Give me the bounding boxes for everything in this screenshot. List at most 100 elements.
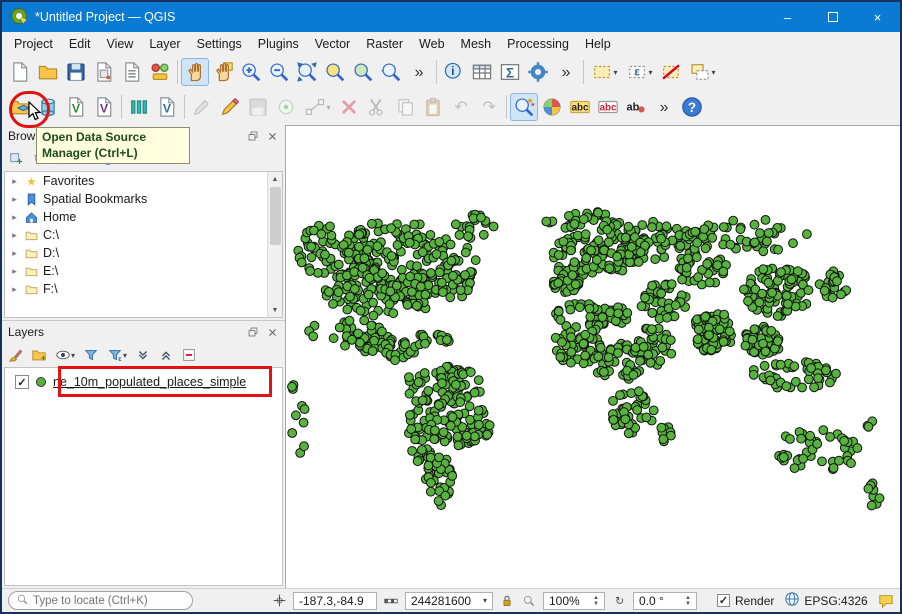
tree-item-favorites[interactable]: ▸ ★ Favorites [5,172,282,190]
chevron-down-icon[interactable]: ▾ [483,596,487,605]
layer-row[interactable]: ✓ ne_10m_populated_places_simple [5,368,282,389]
layer-label[interactable]: ne_10m_populated_places_simple [53,375,246,389]
tree-item-home[interactable]: ▸ Home [5,208,282,226]
menu-vector[interactable]: Vector [307,34,358,54]
toggle-editing-button[interactable] [216,93,244,121]
new-shapefile-layer-button[interactable]: V [90,93,118,121]
identify-features-button[interactable]: i [440,58,468,86]
browser-scrollbar[interactable]: ▲ ▼ [267,172,282,317]
minimize-button[interactable]: – [765,2,810,32]
chevron-down-icon[interactable]: ▾ [71,351,75,360]
chevron-down-icon[interactable]: ▾ [711,68,715,77]
scrollbar-thumb[interactable] [269,187,281,245]
expand-chevron-icon[interactable]: ▸ [10,212,19,223]
expand-chevron-icon[interactable]: ▸ [10,230,19,241]
scroll-down-icon[interactable]: ▼ [268,303,283,317]
layer-checkbox[interactable]: ✓ [15,375,29,389]
deselect-features-button[interactable] [657,58,685,86]
locate-search[interactable] [8,591,193,610]
open-layer-styling-panel-button[interactable] [6,345,26,365]
locate-input[interactable] [33,594,178,607]
tree-item-c[interactable]: ▸ C:\ [5,226,282,244]
filter-by-expression-button[interactable]: ε ▾ [104,345,130,365]
help-button[interactable]: ? [678,93,706,121]
chevron-down-icon[interactable]: ▾ [123,351,127,360]
tree-item-d[interactable]: ▸ D:\ [5,244,282,262]
new-mesh-layer-button[interactable] [125,93,153,121]
pan-to-selection-button[interactable] [209,58,237,86]
chevron-down-icon[interactable]: ▾ [613,68,617,77]
close-panel-icon[interactable] [265,129,279,143]
open-attribute-table-button[interactable] [468,58,496,86]
label-toolbar-overflow-button[interactable]: » [650,93,678,121]
menu-edit[interactable]: Edit [61,34,99,54]
rotation-spinbox[interactable]: 0.0 ° ▲ ▼ [633,591,697,610]
layer-labeling-options-button[interactable]: abc [566,93,594,121]
expand-chevron-icon[interactable]: ▸ [10,176,19,187]
zoom-to-layer-button[interactable] [349,58,377,86]
float-panel-icon[interactable] [246,129,260,143]
chevron-down-icon[interactable]: ▾ [648,68,652,77]
menu-plugins[interactable]: Plugins [250,34,307,54]
new-virtual-layer-button[interactable]: V [153,93,181,121]
menu-settings[interactable]: Settings [189,34,250,54]
menu-project[interactable]: Project [6,34,61,54]
scale-combo[interactable]: 244281600 ▾ [405,591,493,610]
chevron-down-icon[interactable]: ▾ [326,103,330,112]
expand-chevron-icon[interactable]: ▸ [10,194,19,205]
statistical-summary-button[interactable]: Σ [496,58,524,86]
magnifier-spinbox[interactable]: 100% ▲ ▼ [543,591,605,610]
pan-map-button[interactable] [181,58,209,86]
menu-raster[interactable]: Raster [358,34,411,54]
layer-styling-button[interactable] [538,93,566,121]
metasearch-button[interactable] [510,93,538,121]
tree-item-f[interactable]: ▸ F:\ [5,280,282,298]
new-geopackage-layer-button[interactable]: V [62,93,90,121]
new-project-button[interactable] [6,58,34,86]
zoom-in-button[interactable] [237,58,265,86]
nav-toolbar-overflow-button[interactable]: » [405,58,433,86]
zoom-out-button[interactable] [265,58,293,86]
menu-layer[interactable]: Layer [141,34,188,54]
crs-status[interactable]: EPSG:4326 [784,591,868,610]
render-toggle[interactable]: ✓ Render [717,594,774,608]
expand-all-button[interactable] [133,345,153,365]
zoom-to-selection-button[interactable] [321,58,349,86]
menu-help[interactable]: Help [577,34,619,54]
diagram-options-button[interactable]: ab [622,93,650,121]
style-manager-button[interactable] [146,58,174,86]
select-features-button[interactable]: ▾ [587,58,622,86]
scale-lock-icon[interactable] [499,593,515,609]
spinner-arrows[interactable]: ▲ ▼ [685,595,691,607]
render-checkbox[interactable]: ✓ [717,594,730,607]
tree-item-spatial-bookmarks[interactable]: ▸ Spatial Bookmarks [5,190,282,208]
maximize-button[interactable] [810,2,855,32]
expand-chevron-icon[interactable]: ▸ [10,266,19,277]
label-color-options-button[interactable]: abc [594,93,622,121]
menu-web[interactable]: Web [411,34,452,54]
coordinate-icon[interactable] [271,593,287,609]
zoom-last-button[interactable] [377,58,405,86]
save-project-button[interactable] [62,58,90,86]
processing-toolbox-button[interactable] [524,58,552,86]
titlebar[interactable]: *Untitled Project — QGIS – × [2,2,900,32]
add-group-button[interactable]: + [29,345,49,365]
expand-chevron-icon[interactable]: ▸ [10,248,19,259]
coordinate-display[interactable]: -187.3,-84.9 [293,591,377,610]
new-print-layout-button[interactable] [90,58,118,86]
manage-map-themes-button[interactable]: ▾ [52,345,78,365]
menu-view[interactable]: View [98,34,141,54]
menu-mesh[interactable]: Mesh [453,34,500,54]
messages-icon[interactable] [878,593,894,609]
spinner-arrows[interactable]: ▲ ▼ [593,595,599,607]
menu-processing[interactable]: Processing [499,34,577,54]
remove-layer-button[interactable] [179,345,199,365]
scroll-up-icon[interactable]: ▲ [268,172,283,186]
layers-panel-header[interactable]: Layers [2,321,285,343]
tree-item-e[interactable]: ▸ E:\ [5,262,282,280]
add-selected-layers-button[interactable]: + [6,149,26,169]
close-panel-icon[interactable] [265,325,279,339]
open-project-button[interactable] [34,58,62,86]
collapse-all-button[interactable] [156,345,176,365]
filter-legend-button[interactable] [81,345,101,365]
